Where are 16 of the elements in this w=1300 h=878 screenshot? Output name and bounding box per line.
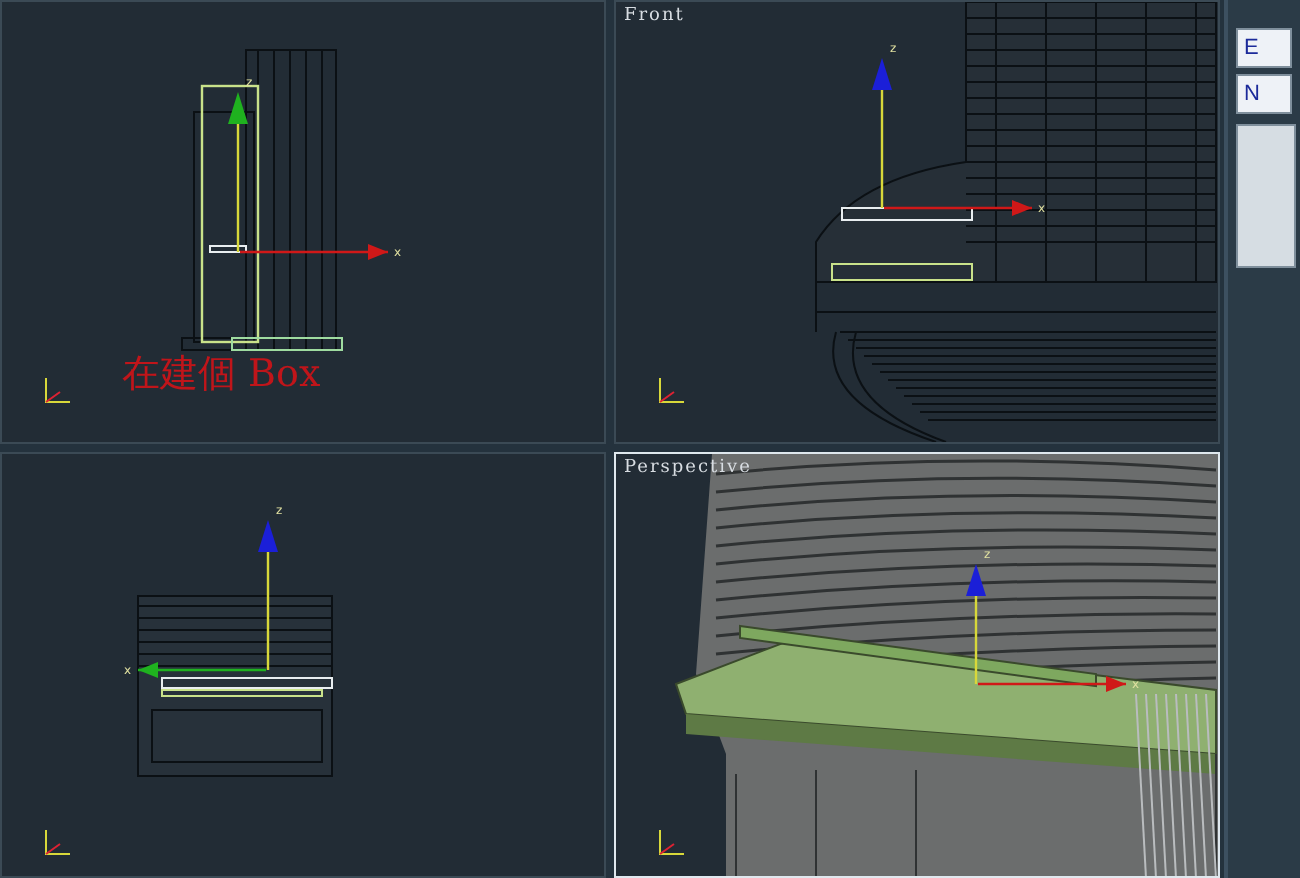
- horizontal-axis-arrow[interactable]: [138, 662, 266, 678]
- annotation-text: 在建個 Box: [122, 350, 321, 400]
- vertical-axis-arrow[interactable]: [966, 564, 986, 684]
- world-axis-icon: [45, 377, 71, 403]
- panel-button[interactable]: N: [1236, 74, 1292, 114]
- horizontal-axis-arrow[interactable]: [240, 244, 388, 260]
- world-axis-icon: [659, 377, 685, 403]
- world-axis-icon: [659, 829, 685, 855]
- viewport-label[interactable]: Perspective: [624, 458, 752, 478]
- vertical-axis-arrow[interactable]: [228, 92, 248, 252]
- panel-button[interactable]: E: [1236, 28, 1292, 68]
- vertical-axis-arrow[interactable]: [872, 58, 892, 208]
- viewport-label[interactable]: Front: [624, 6, 685, 26]
- vertical-axis-arrow[interactable]: [258, 520, 278, 670]
- list-field[interactable]: [1236, 124, 1296, 268]
- world-axis-icon: [45, 829, 71, 855]
